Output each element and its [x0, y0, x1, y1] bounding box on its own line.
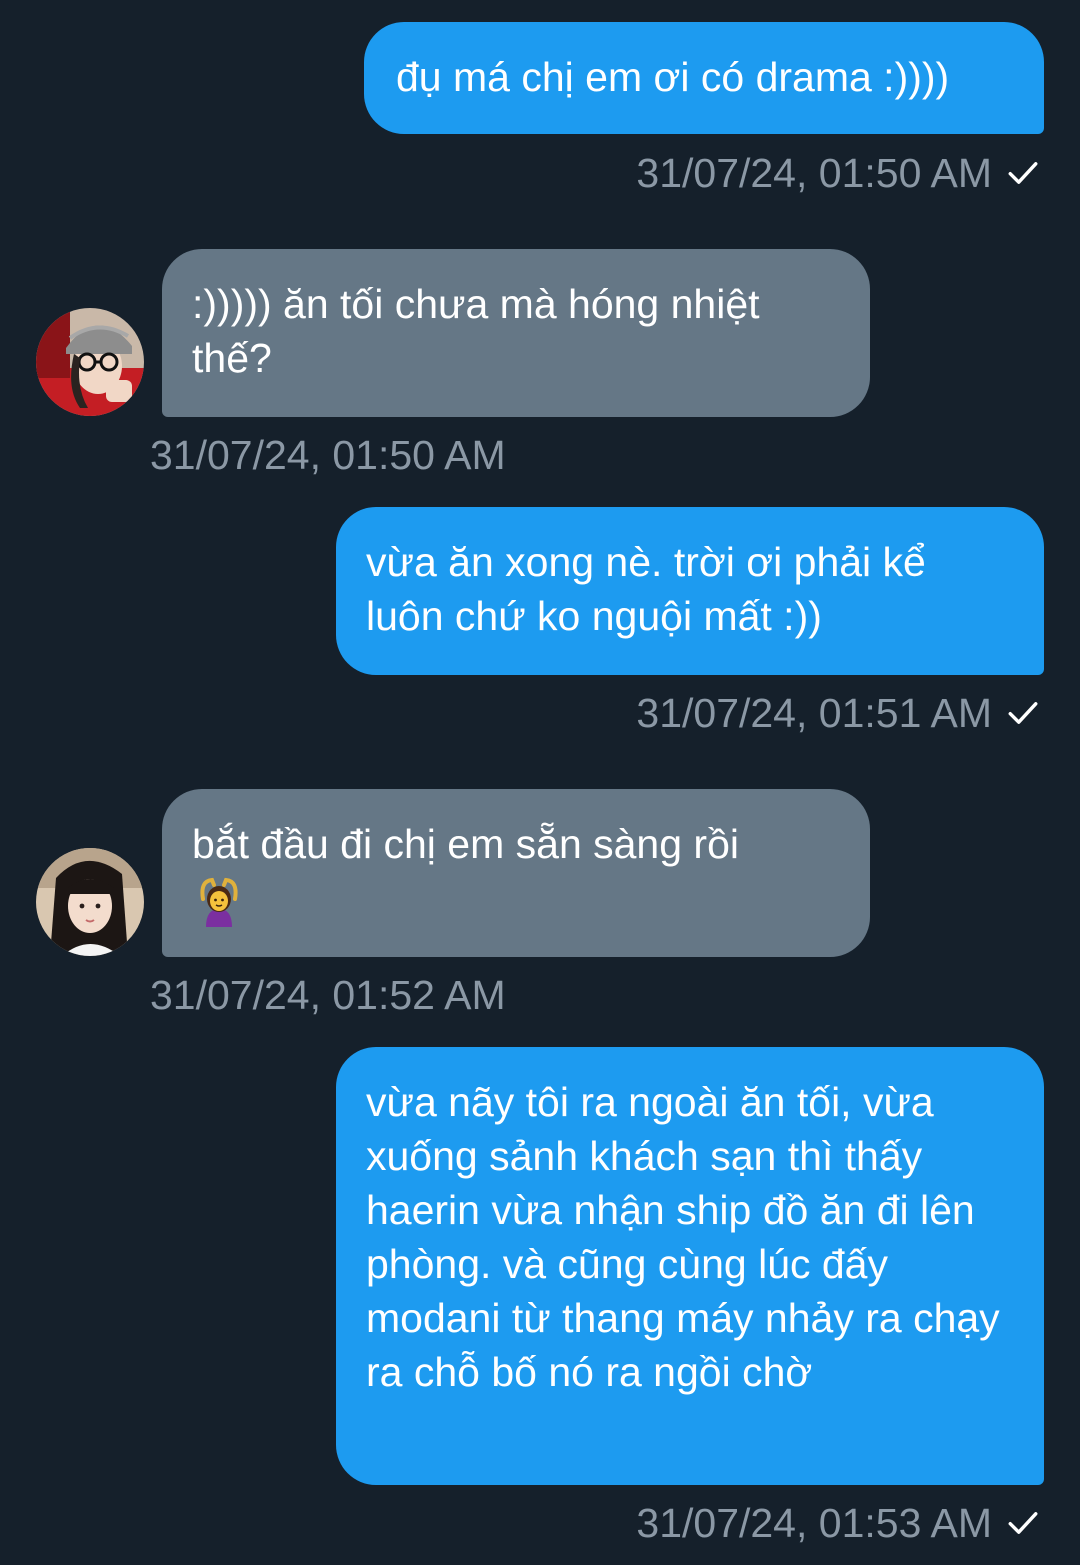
timestamp-text: 31/07/24, 01:52 AM — [150, 972, 506, 1018]
check-icon — [1008, 702, 1038, 724]
avatar[interactable] — [36, 308, 144, 416]
check-icon — [1008, 162, 1038, 184]
message-text: vừa ăn xong nè. trời ơi phải kể luôn chứ… — [366, 539, 926, 639]
message-timestamp: 31/07/24, 01:50 AM — [150, 430, 506, 480]
timestamp-text: 31/07/24, 01:51 AM — [636, 690, 992, 736]
message-bubble-received[interactable]: bắt đầu đi chị em sẵn sàng rồi — [162, 789, 870, 957]
message-timestamp: 31/07/24, 01:52 AM — [150, 970, 506, 1020]
check-icon — [1008, 1512, 1038, 1534]
timestamp-text: 31/07/24, 01:53 AM — [636, 1500, 992, 1546]
message-text: bắt đầu đi chị em sẵn sàng rồi — [192, 821, 739, 867]
timestamp-text: 31/07/24, 01:50 AM — [150, 432, 506, 478]
message-text: :))))) ăn tối chưa mà hóng nhiệt thế? — [192, 281, 760, 381]
message-bubble-sent[interactable]: vừa nãy tôi ra ngoài ăn tối, vừa xuống s… — [336, 1047, 1044, 1485]
message-timestamp: 31/07/24, 01:53 AM — [636, 1498, 1040, 1548]
message-timestamp: 31/07/24, 01:50 AM — [636, 148, 1040, 198]
message-text: đụ má chị em ơi có drama :)))) — [396, 54, 950, 100]
message-bubble-sent[interactable]: vừa ăn xong nè. trời ơi phải kể luôn chứ… — [336, 507, 1044, 675]
avatar[interactable] — [36, 848, 144, 956]
avatar-photo — [36, 308, 144, 416]
timestamp-text: 31/07/24, 01:50 AM — [636, 150, 992, 196]
message-timestamp: 31/07/24, 01:51 AM — [636, 688, 1040, 738]
avatar-photo — [36, 848, 144, 956]
message-bubble-sent[interactable]: đụ má chị em ơi có drama :)))) — [364, 22, 1044, 134]
woman-gesturing-ok-icon — [200, 877, 238, 927]
message-text: vừa nãy tôi ra ngoài ăn tối, vừa xuống s… — [366, 1079, 1000, 1395]
message-thread: đụ má chị em ơi có drama :)))) 31/07/24,… — [0, 0, 1080, 1565]
message-bubble-received[interactable]: :))))) ăn tối chưa mà hóng nhiệt thế? — [162, 249, 870, 417]
